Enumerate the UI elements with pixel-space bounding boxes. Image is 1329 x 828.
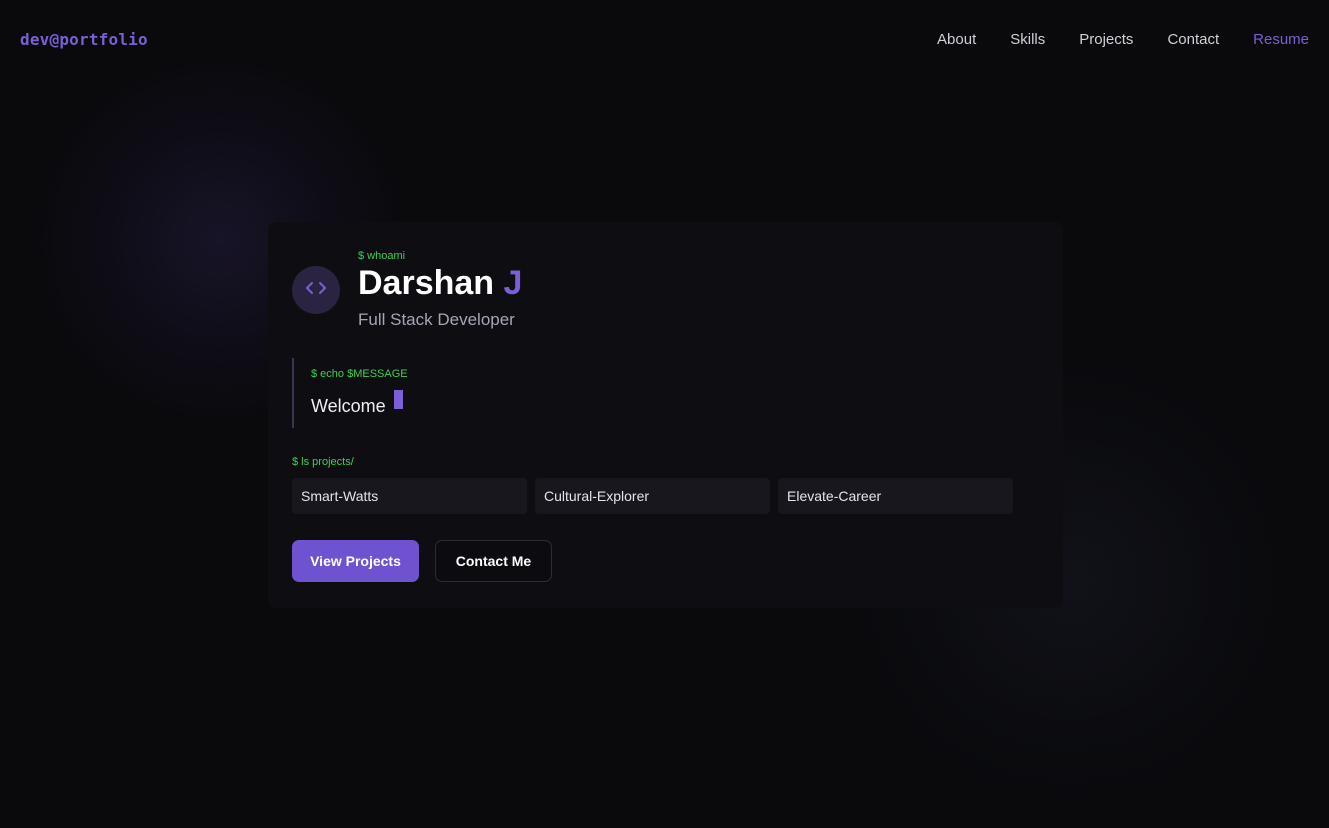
code-brackets-icon	[305, 281, 327, 300]
message-block: $ echo $MESSAGE Welcome	[292, 358, 611, 428]
project-chip-cultural-explorer[interactable]: Cultural-Explorer	[535, 478, 770, 514]
welcome-text: Welcome	[311, 396, 386, 416]
view-projects-button[interactable]: View Projects	[292, 540, 419, 582]
page-title: Darshan J	[358, 264, 522, 303]
nav-link-about[interactable]: About	[937, 31, 976, 48]
nav-link-skills[interactable]: Skills	[1010, 31, 1045, 48]
project-chip-smart-watts[interactable]: Smart-Watts	[292, 478, 527, 514]
terminal-cursor	[393, 390, 403, 409]
nav-link-resume[interactable]: Resume	[1253, 31, 1309, 48]
top-nav: dev@portfolio About Skills Projects Cont…	[0, 0, 1329, 80]
ls-command: $ ls projects/	[292, 456, 354, 468]
site-logo[interactable]: dev@portfolio	[20, 30, 148, 49]
avatar	[292, 266, 340, 314]
echo-command: $ echo $MESSAGE	[311, 368, 408, 380]
whoami-command: $ whoami	[358, 250, 406, 262]
last-initial: J	[503, 264, 523, 302]
project-list: Smart-Watts Cultural-Explorer Elevate-Ca…	[292, 478, 1013, 514]
welcome-message: Welcome	[311, 390, 403, 417]
first-name: Darshan	[358, 264, 495, 302]
hero-card: $ whoami Darshan J Full Stack Developer …	[268, 222, 1063, 608]
nav-link-contact[interactable]: Contact	[1167, 31, 1219, 48]
role-subtitle: Full Stack Developer	[358, 310, 515, 329]
nav-links: About Skills Projects Contact Resume	[937, 31, 1309, 48]
contact-me-button[interactable]: Contact Me	[435, 540, 552, 582]
nav-link-projects[interactable]: Projects	[1079, 31, 1133, 48]
project-chip-elevate-career[interactable]: Elevate-Career	[778, 478, 1013, 514]
